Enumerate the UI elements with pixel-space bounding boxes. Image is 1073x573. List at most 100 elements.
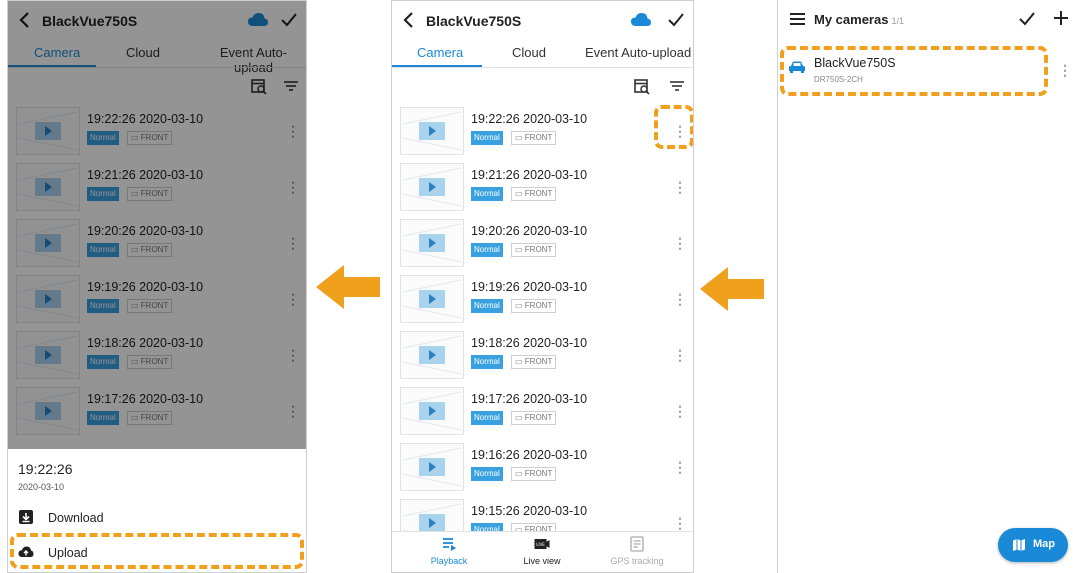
nav-playback[interactable]: Playback [404,536,494,566]
normal-badge: Normal [471,355,503,369]
page-title: BlackVue750S [426,13,522,29]
svg-text:LIVE: LIVE [536,542,545,547]
video-thumbnail[interactable] [400,107,464,155]
normal-badge: Normal [471,243,503,257]
live-icon: LIVE [534,539,550,549]
camera-count: 1/1 [891,16,904,26]
filter-icon[interactable] [668,77,686,95]
more-vertical-icon[interactable]: ⋮ [1058,62,1072,78]
nav-live-view[interactable]: LIVE Live view [497,536,587,566]
nav-playback-label: Playback [430,556,468,566]
download-icon [19,510,33,524]
camera-icon: ▭ [515,469,525,478]
recording-time: 19:19:26 2020-03-10 [471,280,588,294]
video-play-icon [402,167,462,207]
normal-badge: Normal [471,299,503,313]
plus-icon[interactable] [1051,8,1071,28]
more-vertical-icon[interactable]: ⋮ [673,515,687,531]
video-play-icon [402,111,462,151]
calendar-search-icon[interactable] [633,77,651,95]
bottom-nav: Playback LIVE Live view GPS tracking [392,531,693,572]
camera-icon: ▭ [515,357,525,366]
recording-time: 19:22:26 2020-03-10 [471,112,588,126]
download-option[interactable]: Download [18,509,288,529]
playlist-icon [443,538,456,551]
video-thumbnail[interactable] [400,275,464,323]
camera-highlight [780,46,1048,96]
camera-icon: ▭ [515,301,525,310]
recording-row[interactable]: 19:17:26 2020-03-10 Normal ▭ FRONT ⋮ [392,385,693,441]
sheet-date: 2020-03-10 [18,482,65,492]
map-icon [1013,539,1025,551]
tab-event-auto-upload[interactable]: Event Auto-upload [585,45,691,60]
map-label: Map [1033,538,1055,550]
front-camera-badge: ▭ FRONT [511,131,557,145]
camera-icon: ▭ [515,133,525,142]
video-play-icon [402,447,462,487]
front-camera-badge: ▭ FRONT [511,187,557,201]
tab-bar: Camera Cloud Event Auto-upload [392,43,693,67]
check-icon[interactable] [1016,8,1038,30]
video-play-icon [402,391,462,431]
more-vertical-icon[interactable]: ⋮ [673,179,687,195]
front-camera-badge: ▭ FRONT [511,355,557,369]
video-thumbnail[interactable] [400,443,464,491]
nav-live-view-label: Live view [523,556,561,566]
hamburger-menu-icon[interactable] [788,10,808,28]
recording-row[interactable]: 19:19:26 2020-03-10 Normal ▭ FRONT ⋮ [392,273,693,329]
more-options-highlight [654,105,693,149]
more-vertical-icon[interactable]: ⋮ [673,459,687,475]
video-thumbnail[interactable] [400,163,464,211]
recording-time: 19:16:26 2020-03-10 [471,448,588,462]
nav-gps-tracking[interactable]: GPS tracking [592,536,682,566]
recording-row[interactable]: 19:20:26 2020-03-10 Normal ▭ FRONT ⋮ [392,217,693,273]
more-vertical-icon[interactable]: ⋮ [673,291,687,307]
dim-overlay[interactable] [8,1,306,449]
front-camera-badge: ▭ FRONT [511,467,557,481]
video-thumbnail[interactable] [400,331,464,379]
recording-row[interactable]: 19:22:26 2020-03-10 Normal ▭ FRONT ⋮ [392,105,693,161]
normal-badge: Normal [471,187,503,201]
check-icon[interactable] [665,9,687,31]
more-vertical-icon[interactable]: ⋮ [673,403,687,419]
sheet-time: 19:22:26 [18,461,73,477]
cloud-icon[interactable] [630,11,652,29]
recording-row[interactable]: 19:21:26 2020-03-10 Normal ▭ FRONT ⋮ [392,161,693,217]
more-vertical-icon[interactable]: ⋮ [673,235,687,251]
camera-label: FRONT [524,245,553,254]
video-thumbnail[interactable] [400,219,464,267]
gps-tracking-icon [630,536,644,552]
tab-cloud[interactable]: Cloud [512,45,546,60]
middle-screen: BlackVue750S Camera Cloud Event Auto-upl… [391,0,694,573]
front-camera-badge: ▭ FRONT [511,411,557,425]
video-thumbnail[interactable] [400,387,464,435]
recording-row[interactable]: 19:18:26 2020-03-10 Normal ▭ FRONT ⋮ [392,329,693,385]
recording-row[interactable]: 19:16:26 2020-03-10 Normal ▭ FRONT ⋮ [392,441,693,497]
video-play-icon [402,223,462,263]
right-screen: My cameras 1/1 BlackVue750S DR750S-2CH ⋮ … [777,0,1073,573]
page-title-text: My cameras [814,12,889,27]
tab-divider [392,67,693,68]
camera-label: FRONT [524,469,553,478]
left-screen: BlackVue750S Camera Cloud Event Auto-upl… [7,0,307,573]
nav-gps-tracking-label: GPS tracking [610,556,664,566]
camera-label: FRONT [524,357,553,366]
recording-time: 19:15:26 2020-03-10 [471,504,588,518]
chevron-left-icon[interactable] [398,9,420,31]
normal-badge: Normal [471,131,503,145]
recording-time: 19:20:26 2020-03-10 [471,224,588,238]
recording-time: 19:18:26 2020-03-10 [471,336,588,350]
camera-label: FRONT [524,413,553,422]
video-play-icon [402,335,462,375]
camera-label: FRONT [524,133,553,142]
video-play-icon [402,279,462,319]
header: BlackVue750S [392,1,693,43]
camera-icon: ▭ [515,245,525,254]
map-button[interactable]: Map [998,528,1068,562]
tab-camera[interactable]: Camera [417,45,463,60]
front-camera-badge: ▭ FRONT [511,243,557,257]
front-camera-badge: ▭ FRONT [511,299,557,313]
normal-badge: Normal [471,411,503,425]
more-vertical-icon[interactable]: ⋮ [673,347,687,363]
camera-label: FRONT [524,189,553,198]
